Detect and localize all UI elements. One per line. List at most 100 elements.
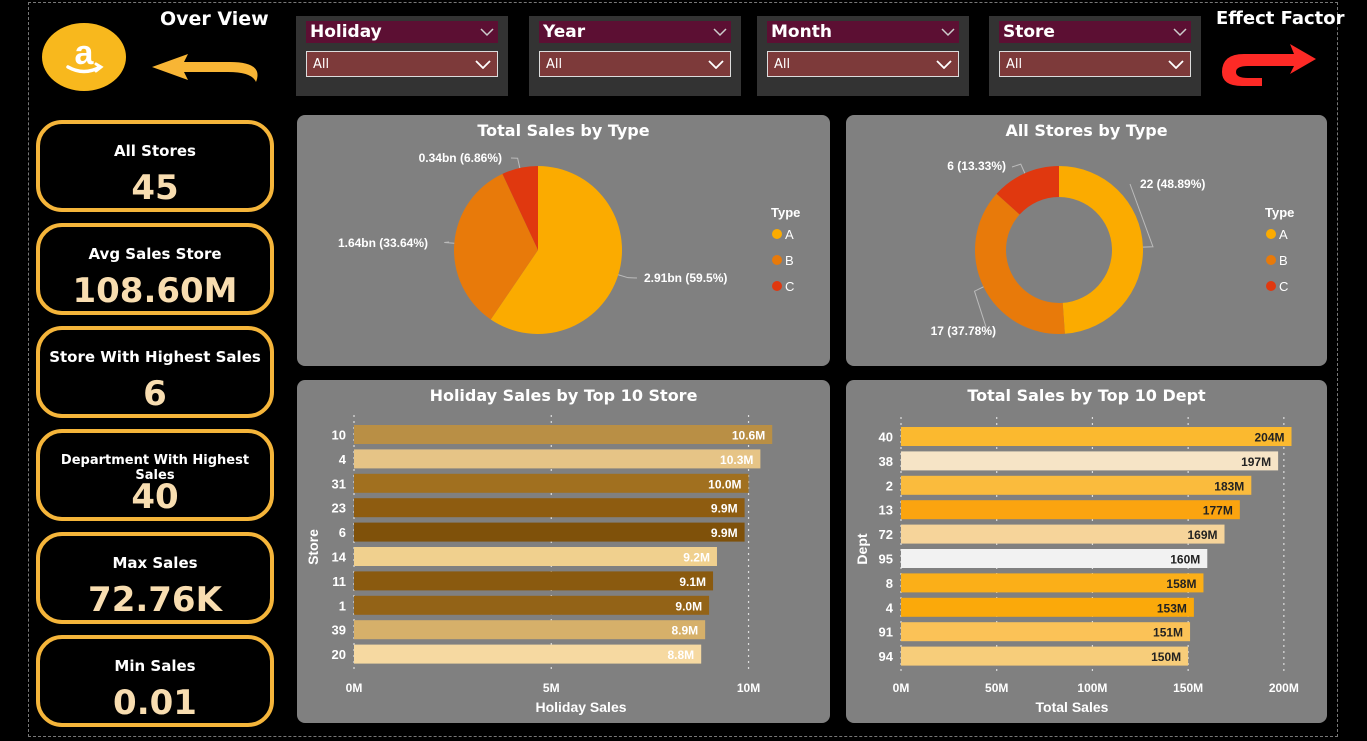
y-tick-label: 95 (879, 552, 893, 567)
bar-1 (354, 595, 710, 615)
bar-data-label: 8.8M (668, 648, 695, 662)
bar-38 (901, 451, 1279, 471)
bar-data-label: 10.6M (732, 429, 765, 443)
legend-item-b: B (1279, 253, 1288, 268)
y-tick-label: 20 (332, 647, 346, 662)
legend-marker-a (772, 229, 782, 239)
y-tick-label: 4 (339, 452, 347, 467)
y-tick-label: 72 (879, 527, 893, 542)
bar-31 (354, 473, 749, 493)
kpi-value: 0.01 (113, 683, 197, 723)
bar-data-label: 9.9M (711, 526, 738, 540)
bar-39 (354, 620, 706, 640)
month-dropdown[interactable]: All (767, 51, 959, 77)
y-tick-label: 23 (332, 501, 346, 516)
y-tick-label: 40 (879, 430, 893, 445)
bar-data-label: 10.0M (708, 477, 741, 491)
slicer-label: Holiday (310, 22, 382, 42)
slicer-value: All (546, 56, 563, 72)
effect-factor-nav-label: Effect Factor (1216, 8, 1345, 29)
holiday-sales-top10-store-chart[interactable]: Holiday Sales by Top 10 Store 0M 5M 10M 10 1… (297, 380, 830, 723)
bar-23 (354, 498, 745, 518)
bar-data-label: 183M (1214, 479, 1244, 493)
legend-marker-c (1266, 281, 1276, 291)
holiday-dropdown[interactable]: All (306, 51, 498, 77)
kpi-value: 72.76K (88, 580, 222, 620)
all-stores-by-type-chart[interactable]: All Stores by Type 22 (48.89%) 17 (37.78%… (846, 115, 1327, 366)
leader-line (618, 274, 638, 279)
chevron-down-icon (1173, 28, 1187, 37)
pie-data-label: 2.91bn (59.5%) (644, 271, 727, 285)
slicer-header: Year (539, 21, 731, 43)
pie-data-label: 22 (48.89%) (1140, 177, 1205, 191)
legend-item-b: B (785, 253, 794, 268)
bar-data-label: 177M (1203, 504, 1233, 518)
forward-arrow-icon[interactable] (1218, 42, 1318, 88)
x-axis-label: Total Sales (1036, 699, 1109, 715)
x-tick-label: 200M (1269, 681, 1299, 695)
y-axis-label: Dept (854, 533, 870, 564)
legend-marker-b (772, 255, 782, 265)
chevron-down-icon (936, 60, 952, 69)
slicer-value: All (774, 56, 791, 72)
bar-data-label: 150M (1151, 650, 1181, 664)
kpi-value: 108.60M (72, 271, 238, 311)
leader-line (444, 241, 455, 244)
legend-item-a: A (1279, 227, 1288, 242)
bar-6 (354, 522, 745, 542)
y-tick-label: 38 (879, 454, 893, 469)
slicer-header: Store (999, 21, 1191, 43)
bar-data-label: 9.0M (675, 599, 702, 613)
legend-item-a: A (785, 227, 794, 242)
pie-slice-b (975, 193, 1065, 334)
kpi-card-dept-highest-sales: Department With Highest Sales 40 (36, 429, 274, 521)
y-tick-label: 39 (332, 623, 346, 638)
bar-72 (901, 524, 1225, 544)
donut-chart-svg: 22 (48.89%) 17 (37.78%) 6 (13.33%) Type ABC (931, 159, 1295, 338)
y-tick-label: 13 (879, 503, 893, 518)
total-sales-top10-dept-chart[interactable]: Total Sales by Top 10 Dept 0M 50M 100M 150M… (846, 380, 1327, 723)
chevron-down-icon (475, 60, 491, 69)
back-arrow-icon[interactable] (148, 48, 270, 88)
holiday-slicer[interactable]: Holiday All (296, 16, 508, 96)
y-tick-label: 91 (879, 625, 893, 640)
store-dropdown[interactable]: All (999, 51, 1191, 77)
kpi-card-avg-sales-store: Avg Sales Store 108.60M (36, 223, 274, 315)
x-tick-label: 150M (1173, 681, 1203, 695)
x-tick-label: 5M (543, 681, 560, 695)
slicer-label: Year (543, 22, 586, 42)
kpi-card-min-sales: Min Sales 0.01 (36, 635, 274, 727)
slicer-header: Month (767, 21, 959, 43)
y-tick-label: 14 (332, 550, 347, 565)
slicer-header: Holiday (306, 21, 498, 43)
chevron-down-icon (480, 28, 494, 37)
pie-chart-svg: 2.91bn (59.5%) 1.64bn (33.64%) 0.34bn (6.8… (338, 151, 800, 334)
kpi-label: Store With Highest Sales (49, 348, 261, 366)
bar-data-label: 8.9M (671, 624, 698, 638)
store-slicer[interactable]: Store All (989, 16, 1201, 96)
bar-11 (354, 571, 714, 591)
slicer-label: Store (1003, 22, 1055, 42)
bar-data-label: 151M (1153, 626, 1183, 640)
kpi-label: Min Sales (114, 657, 196, 675)
x-tick-label: 10M (737, 681, 760, 695)
chevron-down-icon (708, 60, 724, 69)
slicer-label: Month (771, 22, 832, 42)
y-tick-label: 8 (886, 576, 893, 591)
amazon-logo: a (42, 23, 126, 91)
year-dropdown[interactable]: All (539, 51, 731, 77)
pie-data-label: 6 (13.33%) (947, 159, 1006, 173)
kpi-value: 40 (131, 477, 179, 517)
y-tick-label: 6 (339, 525, 346, 540)
y-tick-label: 11 (332, 574, 346, 589)
year-slicer[interactable]: Year All (529, 16, 741, 96)
bar-40 (901, 427, 1292, 446)
kpi-label: All Stores (114, 142, 196, 160)
total-sales-by-type-chart[interactable]: Total Sales by Type 2.91bn (59.5%) 1.64bn… (297, 115, 830, 366)
x-tick-label: 100M (1077, 681, 1107, 695)
bar-data-label: 153M (1157, 601, 1187, 615)
bar-chart-svg: 0M 5M 10M 10 10.6M 4 10.3M 31 10.0M 23 9.9M 6 9.9M 14… (305, 415, 773, 715)
kpi-card-max-sales: Max Sales 72.76K (36, 532, 274, 624)
month-slicer[interactable]: Month All (757, 16, 969, 96)
leader-line (510, 157, 521, 169)
